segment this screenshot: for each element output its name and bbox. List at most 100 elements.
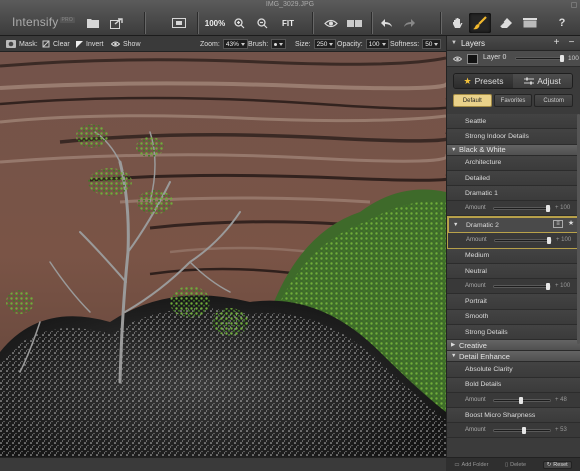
preset-item[interactable]: Bold Details xyxy=(447,377,580,393)
amount-label: Amount xyxy=(465,205,486,212)
amount-label: Amount xyxy=(465,396,486,403)
brush-shape-field[interactable] xyxy=(271,39,287,49)
window-resize-icon[interactable] xyxy=(571,2,577,8)
slider-knob[interactable] xyxy=(546,205,550,213)
size-label: Size: xyxy=(295,40,311,48)
show-mask-button[interactable]: Show xyxy=(111,36,141,52)
amount-slider[interactable] xyxy=(494,236,552,244)
tab-presets[interactable]: ★ Presets xyxy=(454,74,513,88)
subtab-favorites[interactable]: Favorites xyxy=(493,94,533,107)
preset-item[interactable]: Absolute Clarity xyxy=(447,362,580,378)
reset-button[interactable]: ↻ Reset xyxy=(542,460,572,469)
amount-number: 53 xyxy=(560,427,567,434)
visibility-eye-icon[interactable] xyxy=(453,56,462,62)
size-field[interactable]: 250 xyxy=(313,39,337,49)
subtab-custom[interactable]: Custom xyxy=(534,94,574,107)
invert-label: Invert xyxy=(86,40,104,48)
zoom-100-button[interactable]: 100% xyxy=(204,14,226,32)
export-button[interactable] xyxy=(108,14,124,32)
preset-item[interactable]: Seattle xyxy=(447,114,580,130)
image-canvas[interactable] xyxy=(0,52,446,457)
preset-item[interactable]: Boost Micro Sharpness xyxy=(447,407,580,424)
preset-actions: ≡ ★ xyxy=(553,220,576,229)
slider-knob[interactable] xyxy=(560,55,564,62)
disclosure-down-icon: ▼ xyxy=(451,40,457,46)
subtab-default[interactable]: Default xyxy=(453,94,492,107)
undo-button[interactable] xyxy=(380,14,394,32)
preset-item[interactable]: Dramatic 1 xyxy=(447,186,580,202)
redo-button[interactable] xyxy=(402,14,416,32)
category-black-white[interactable]: ▼ Black & White xyxy=(447,144,580,156)
layers-header[interactable]: ▼ Layers + − xyxy=(447,36,580,51)
view-mode-button[interactable] xyxy=(171,14,187,32)
softness-field[interactable]: 50 xyxy=(422,39,442,49)
open-folder-button[interactable] xyxy=(86,14,100,32)
brush-tool-button[interactable] xyxy=(469,13,491,33)
eraser-tool-button[interactable] xyxy=(499,14,513,32)
remove-layer-button[interactable]: − xyxy=(566,38,577,49)
favorite-star-icon[interactable]: ★ xyxy=(566,220,576,228)
edit-preset-icon[interactable]: ≡ xyxy=(553,220,563,229)
show-label: Show xyxy=(123,40,141,48)
preset-item[interactable]: Strong Details xyxy=(447,324,580,341)
opacity-field[interactable]: 100 xyxy=(365,39,389,49)
preset-item[interactable]: Strong Indoor Details xyxy=(447,129,580,145)
category-label: Detail Enhance xyxy=(459,351,510,361)
amount-slider[interactable] xyxy=(493,205,551,213)
category-label: Black & White xyxy=(459,145,506,155)
preset-item[interactable]: Smooth xyxy=(447,309,580,325)
invert-mask-button[interactable]: Invert xyxy=(76,36,104,52)
preset-item[interactable]: Neutral xyxy=(447,264,580,280)
amount-row: Amount + 48 xyxy=(447,392,580,408)
amount-value: + 100 xyxy=(556,236,572,243)
slider-knob[interactable] xyxy=(546,283,550,291)
delete-button[interactable]: ▯ Delete xyxy=(505,462,526,468)
preset-item[interactable]: Portrait xyxy=(447,294,580,310)
hand-tool-button[interactable] xyxy=(450,14,464,32)
panel-toggle-button[interactable] xyxy=(522,14,538,32)
brush-dot-icon xyxy=(274,42,278,46)
amount-value: + 48 xyxy=(555,396,567,403)
brush-label: Brush: xyxy=(248,40,269,48)
layer-opacity-slider[interactable] xyxy=(515,55,565,62)
selected-preset-label: Dramatic 2 xyxy=(466,221,499,229)
add-folder-button[interactable]: ▭ Add Folder xyxy=(454,462,488,468)
star-icon: ★ xyxy=(463,75,472,86)
compare-button[interactable] xyxy=(346,14,362,32)
clear-mask-button[interactable]: Clear xyxy=(42,36,70,52)
amount-slider[interactable] xyxy=(493,427,551,435)
title-toolbar: IMG_3029.JPG Intensify PRO 100% FIT ? xyxy=(0,0,580,36)
tab-adjust[interactable]: Adjust xyxy=(513,74,572,88)
add-layer-button[interactable]: + xyxy=(551,38,562,49)
zoom-out-button[interactable] xyxy=(256,14,268,32)
toolbar-separator xyxy=(371,12,372,34)
zoom-field[interactable]: 43% xyxy=(222,39,248,49)
slider-knob[interactable] xyxy=(519,396,523,404)
softness-value: 50 xyxy=(425,41,433,48)
category-creative[interactable]: ▶ Creative xyxy=(447,340,580,352)
preset-item[interactable]: Medium xyxy=(447,248,580,265)
preset-item[interactable]: Detailed xyxy=(447,170,580,187)
panel-tabs: ★ Presets Adjust xyxy=(453,73,573,89)
slider-knob[interactable] xyxy=(547,236,551,244)
zoom-in-button[interactable] xyxy=(233,14,245,32)
reset-icon: ↻ xyxy=(546,461,552,468)
help-button[interactable]: ? xyxy=(554,14,570,32)
category-detail-enhance[interactable]: ▼ Detail Enhance xyxy=(447,351,580,363)
slider-knob[interactable] xyxy=(522,427,526,435)
amount-slider[interactable] xyxy=(493,396,551,404)
clear-label: Clear xyxy=(53,40,70,48)
fit-button[interactable]: FIT xyxy=(279,14,297,32)
layer-row[interactable]: Layer 0 100 xyxy=(447,51,580,67)
trash-icon: ▯ xyxy=(505,461,509,468)
amount-row: Amount + 53 xyxy=(447,423,580,439)
preset-item-selected[interactable]: ▼ Dramatic 2 ≡ ★ xyxy=(448,217,580,233)
preset-item[interactable]: Architecture xyxy=(447,155,580,171)
amount-label: Amount xyxy=(466,237,487,244)
layer-opacity-value: 100 xyxy=(568,55,579,62)
chevron-down-icon xyxy=(381,42,386,46)
preview-button[interactable] xyxy=(323,14,339,32)
size-control: Size: 250 xyxy=(295,36,337,52)
amount-slider[interactable] xyxy=(493,283,551,291)
undo-icon xyxy=(381,18,392,27)
